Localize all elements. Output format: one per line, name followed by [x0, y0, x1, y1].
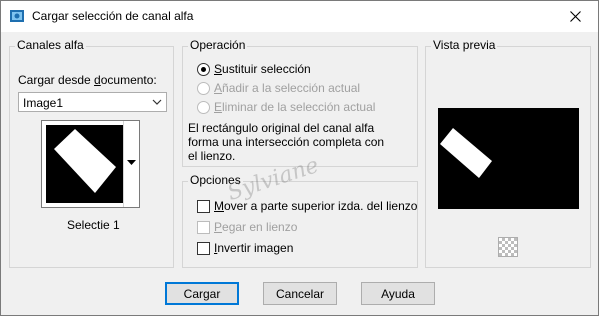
load-button[interactable]: Cargar — [165, 282, 239, 305]
checkbox-invert-image[interactable]: Invertir imagen — [197, 241, 293, 255]
title-bar: Cargar selección de canal alfa — [1, 1, 598, 32]
help-button[interactable]: Ayuda — [361, 282, 435, 305]
radio-add-to-selection[interactable]: Añadir a la selección actual — [197, 81, 360, 95]
radio-remove-from-selection[interactable]: Eliminar de la selección actual — [197, 100, 375, 114]
operation-group-title: Operación — [188, 38, 248, 52]
operation-description: El rectángulo original del canal alfa fo… — [188, 121, 385, 163]
chevron-down-icon — [152, 99, 162, 105]
checkbox-move-label: Mover a parte superior izda. del lienzo — [214, 199, 418, 213]
document-select-value: Image1 — [23, 96, 64, 110]
checkbox-paste-label: Pegar en lienzo — [214, 220, 298, 234]
radio-indicator — [197, 62, 210, 76]
options-group-title: Opciones — [188, 173, 243, 187]
close-button[interactable] — [553, 1, 598, 32]
alpha-channel-thumbnail[interactable] — [41, 120, 140, 208]
radio-replace-selection[interactable]: Sustituir selección — [197, 62, 311, 76]
alpha-channels-group-title: Canales alfa — [15, 38, 86, 52]
radio-add-label: Añadir a la selección actual — [214, 81, 361, 95]
radio-indicator — [197, 100, 210, 114]
preview-shape — [440, 128, 492, 178]
preview-canvas — [438, 108, 579, 209]
window-title: Cargar selección de canal alfa — [32, 9, 194, 23]
preview-group-title: Vista previa — [431, 38, 498, 52]
thumbnail-shape — [54, 129, 116, 193]
document-select[interactable]: Image1 — [18, 92, 167, 112]
checkbox-paste-canvas[interactable]: Pegar en lienzo — [197, 220, 297, 234]
thumbnail-dropdown[interactable] — [123, 121, 139, 207]
thumbnail-caption: Selectie 1 — [67, 218, 120, 232]
thumbnail-image — [46, 125, 124, 203]
zoom-checker-button[interactable] — [498, 237, 518, 257]
caret-down-icon — [127, 160, 136, 165]
checkbox-indicator — [197, 220, 210, 234]
dialog-window: Cargar selección de canal alfa Canales a… — [0, 0, 599, 316]
cancel-button[interactable]: Cancelar — [263, 282, 337, 305]
load-from-document-label: Cargar desde documento: — [18, 73, 157, 87]
radio-indicator — [197, 81, 210, 95]
close-icon — [570, 11, 581, 22]
checkbox-move-top-left[interactable]: Mover a parte superior izda. del lienzo — [197, 199, 417, 213]
radio-remove-label: Eliminar de la selección actual — [214, 100, 376, 114]
radio-replace-label: Sustituir selección — [214, 62, 311, 76]
checkbox-invert-label: Invertir imagen — [214, 241, 294, 255]
checkbox-indicator — [197, 241, 210, 255]
checkbox-indicator — [197, 199, 210, 213]
app-icon — [10, 10, 24, 22]
